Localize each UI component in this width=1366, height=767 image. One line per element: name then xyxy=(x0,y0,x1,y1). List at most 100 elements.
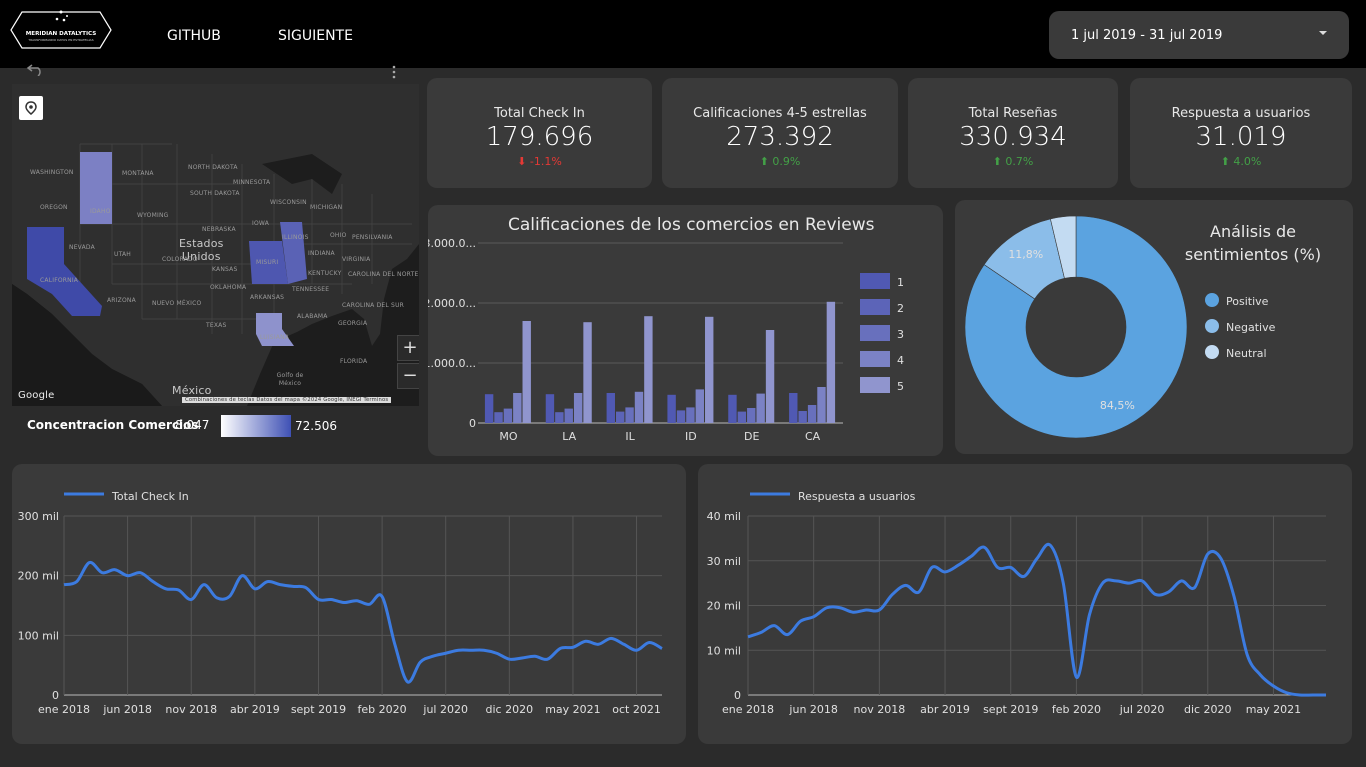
bar-CA-4 xyxy=(817,387,826,423)
map-state-label: ALABAMA xyxy=(297,313,328,320)
bar-DE-2 xyxy=(737,411,747,423)
map-state-label: TENNESSEE xyxy=(292,286,330,293)
x-tick-label: jun 2018 xyxy=(788,703,838,716)
map-state-label: UTAH xyxy=(114,251,132,258)
legend-label: Neutral xyxy=(1226,347,1267,360)
map-state-label: OKLAHOMA xyxy=(210,284,247,291)
svg-text:TRANSFORMANDO DATOS EN ESTRATE: TRANSFORMANDO DATOS EN ESTRATEGIAS xyxy=(27,38,93,42)
x-tick-label: dic 2020 xyxy=(1184,703,1232,716)
bar-DE-1 xyxy=(728,394,737,423)
kpi-delta: ⬆ 4.0% xyxy=(1220,155,1262,168)
map-state-label: NUEVO MÉXICO xyxy=(152,300,202,307)
line-chart-check-in[interactable]: Total Check In 300 mil 200 mil 100 mil 0ene … xyxy=(12,464,686,744)
geo-map[interactable]: WASHINGTON MONTANA NORTH DAKOTA MINNESOT… xyxy=(12,84,419,406)
kpi-label: Respuesta a usuarios xyxy=(1171,106,1311,121)
location-pin-icon xyxy=(25,101,37,115)
bar-LA-3 xyxy=(564,408,573,423)
x-tick-label: jun 2018 xyxy=(102,703,152,716)
bar-MO-3 xyxy=(503,408,513,423)
map-state-label: MINNESOTA xyxy=(233,179,271,186)
bar-LA-4 xyxy=(573,393,583,423)
bar-MO-1 xyxy=(484,394,494,423)
bar-LA-5 xyxy=(583,322,592,423)
x-tick-label: nov 2018 xyxy=(854,703,906,716)
bar-chart-card: Calificaciones de los comercios en Revie… xyxy=(428,205,943,456)
zoom-out-button[interactable]: − xyxy=(397,363,419,389)
kpi-delta: ⬆ 0.7% xyxy=(992,155,1034,168)
bar-MO-4 xyxy=(513,393,522,423)
kpi-label: Total Check In xyxy=(494,106,585,121)
bar-IL-3 xyxy=(625,407,634,423)
bar-IL-2 xyxy=(615,411,625,423)
map-state-label: OHIO xyxy=(330,232,347,239)
kpi-delta: ⬆ 0.9% xyxy=(759,155,801,168)
y-tick-label: 30 mil xyxy=(707,555,741,568)
zoom-in-button[interactable]: + xyxy=(397,335,419,361)
kpi-value: 330.934 xyxy=(959,122,1067,152)
date-range-picker[interactable]: 1 jul 2019 - 31 jul 2019 xyxy=(1049,11,1349,59)
x-tick-label: abr 2019 xyxy=(920,703,970,716)
map-attribution[interactable]: Combinaciones de teclas Datos del mapa ©… xyxy=(182,397,392,403)
map-state-label: WISCONSIN xyxy=(270,199,307,206)
kpi-total-check-in: Total Check In 179.696 ⬇ -1.1% xyxy=(427,78,652,188)
x-tick-label: sept 2019 xyxy=(291,703,346,716)
bar-ID-5 xyxy=(705,316,714,423)
date-range-value: 1 jul 2019 - 31 jul 2019 xyxy=(1071,28,1223,43)
y-tick-label: 3.000.0... xyxy=(428,237,476,250)
y-tick-label: 20 mil xyxy=(707,600,741,613)
y-tick-label: 100 mil xyxy=(18,629,59,642)
map-state-label: TEXAS xyxy=(206,322,227,329)
y-tick-label: 1.000.0... xyxy=(428,357,476,370)
svg-text:MERIDIAN DATALYTICS: MERIDIAN DATALYTICS xyxy=(26,31,97,37)
x-tick-label: feb 2020 xyxy=(1052,703,1101,716)
kpi-delta: ⬇ -1.1% xyxy=(517,155,562,168)
kpi-value: 31.019 xyxy=(1195,122,1287,152)
undo-icon[interactable] xyxy=(26,62,46,76)
nav-siguiente[interactable]: SIGUIENTE xyxy=(278,28,353,44)
x-tick-label: may 2021 xyxy=(545,703,600,716)
bar-LA-2 xyxy=(555,412,564,423)
more-options-icon[interactable] xyxy=(391,64,397,80)
y-tick-label: 0 xyxy=(734,689,741,702)
pie-data-label: 11,8% xyxy=(1008,248,1043,261)
nav-github[interactable]: GITHUB xyxy=(167,28,221,44)
chart-title: Total Check In xyxy=(111,490,189,503)
map-state-label: ARKANSAS xyxy=(250,294,285,301)
kpi-value: 179.696 xyxy=(485,122,594,152)
bar-DE-5 xyxy=(765,330,775,423)
map-state-label: FLORIDA xyxy=(340,358,368,365)
legend-label: 4 xyxy=(897,354,904,367)
y-tick-label: 40 mil xyxy=(707,510,741,523)
map-legend-title: Concentracion Comercios xyxy=(27,418,199,432)
legend-label: 1 xyxy=(897,276,904,289)
map-state-label: MICHIGAN xyxy=(310,204,343,211)
locate-button[interactable] xyxy=(19,96,43,120)
arrow-up-icon: ⬆ xyxy=(1220,155,1234,168)
gulf-label: Golfo de México xyxy=(276,372,304,387)
legend-label: Negative xyxy=(1226,321,1276,334)
bar-ID-3 xyxy=(686,407,695,423)
map-legend: Concentracion Comercios 8.047 xyxy=(27,418,209,432)
legend-swatch xyxy=(860,325,890,341)
legend-swatch xyxy=(860,377,890,393)
y-tick-label: 200 mil xyxy=(18,570,59,583)
bar-chart[interactable]: 3.000.0... 2.000.0... 1.000.0... 0 MO LA IL ID D… xyxy=(428,205,943,456)
bar-IL-4 xyxy=(634,391,644,423)
company-logo[interactable]: MERIDIAN DATALYTICS TRANSFORMANDO DATOS … xyxy=(10,10,112,50)
map-state-label: CALIFORNIA xyxy=(40,277,79,284)
x-tick-label: oct 2021 xyxy=(612,703,661,716)
pie-chart[interactable]: 84,5% 11,8% Positive Negative Neutral xyxy=(955,200,1353,454)
map-state-label: SOUTH DAKOTA xyxy=(190,190,240,197)
line-chart-card-check-in: Total Check In 300 mil 200 mil 100 mil 0 ene … xyxy=(12,464,686,744)
bar-LA-1 xyxy=(545,394,555,423)
chart-title: Respuesta a usuarios xyxy=(798,490,916,503)
x-tick-label: sept 2019 xyxy=(983,703,1038,716)
x-tick-label: IL xyxy=(625,430,635,443)
bar-CA-3 xyxy=(807,405,817,423)
x-tick-label: DE xyxy=(744,430,759,443)
bar-IL-1 xyxy=(606,393,615,423)
y-tick-label: 300 mil xyxy=(18,510,59,523)
line-chart-respuesta[interactable]: Respuesta a usuarios 40 mil 30 mil 20 mil 10… xyxy=(698,464,1352,744)
x-tick-label: MO xyxy=(499,430,517,443)
y-tick-label: 0 xyxy=(469,417,476,430)
